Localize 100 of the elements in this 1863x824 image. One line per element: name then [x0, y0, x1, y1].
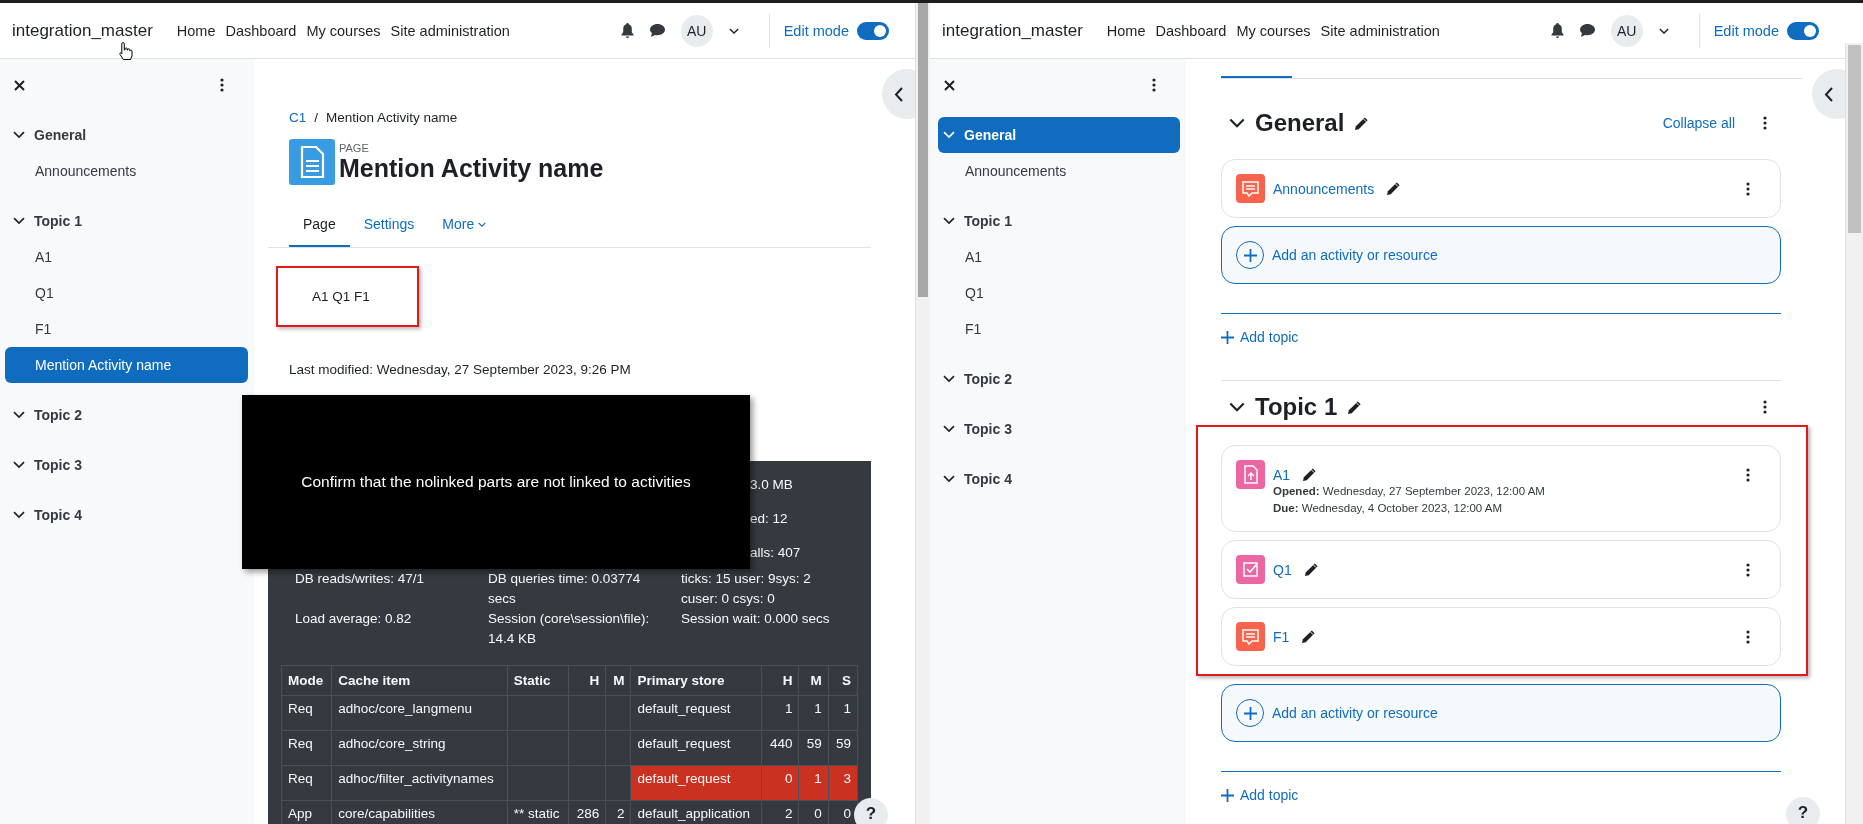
chevron-down-icon[interactable]	[13, 461, 25, 469]
sidebar-section[interactable]: General	[0, 117, 254, 153]
nav-link[interactable]: Site administration	[1320, 18, 1440, 43]
chevron-left-icon	[1824, 86, 1833, 102]
plus-icon[interactable]	[1243, 248, 1257, 262]
help-button[interactable]: ?	[1786, 797, 1820, 824]
activity-link[interactable]: Q1	[1273, 561, 1292, 578]
sidebar-item[interactable]: F1	[930, 311, 1186, 347]
edit-mode-toggle[interactable]	[857, 21, 889, 40]
table-cell: 1	[799, 695, 829, 731]
sidebar-section[interactable]: General	[938, 117, 1180, 153]
tab[interactable]: More	[428, 203, 501, 247]
nav-link[interactable]: Home	[1106, 18, 1146, 43]
sidebar-item[interactable]: Q1	[0, 275, 254, 311]
chevron-down-icon[interactable]	[13, 511, 25, 519]
chat-icon[interactable]	[649, 24, 665, 37]
table-cell: Req	[281, 765, 332, 801]
plus-icon[interactable]	[1221, 330, 1234, 344]
tab[interactable]: Page	[289, 203, 350, 247]
chevron-down-icon[interactable]	[1229, 402, 1245, 412]
chevron-down-icon[interactable]	[13, 411, 25, 419]
nav-link[interactable]: Dashboard	[1155, 18, 1227, 43]
more-icon[interactable]	[220, 78, 224, 92]
more-icon[interactable]	[1152, 78, 1156, 92]
more-icon[interactable]	[1763, 400, 1767, 414]
chevron-down-icon[interactable]	[13, 131, 25, 139]
add-activity-button[interactable]: Add an activity or resource	[1221, 226, 1781, 284]
sidebar-section[interactable]: Topic 3	[930, 411, 1186, 447]
sidebar-item[interactable]: Announcements	[0, 153, 254, 189]
pencil-icon[interactable]	[1302, 467, 1318, 482]
bell-icon[interactable]	[620, 23, 634, 38]
column-header: M	[605, 665, 631, 696]
activity-date: Due: Wednesday, 4 October 2023, 12:00 AM	[1273, 501, 1504, 516]
chat-icon[interactable]	[1579, 24, 1595, 37]
table-cell: 59	[828, 730, 858, 766]
scrollbar[interactable]	[915, 3, 930, 824]
sidebar-item[interactable]: A1	[930, 239, 1186, 275]
close-icon[interactable]	[14, 79, 25, 91]
edit-mode-toggle[interactable]	[1787, 21, 1819, 40]
activity-link[interactable]: A1	[1273, 466, 1291, 483]
nav-link[interactable]: Dashboard	[225, 18, 297, 43]
sidebar-section[interactable]: Topic 1	[930, 203, 1186, 239]
add-topic-link[interactable]: Add topic	[1221, 771, 1781, 805]
collapse-all-link[interactable]: Collapse all	[1662, 115, 1735, 131]
pencil-icon[interactable]	[1354, 115, 1370, 131]
more-icon[interactable]	[1746, 563, 1750, 577]
caret-icon[interactable]	[1658, 27, 1669, 34]
caret-icon[interactable]	[728, 27, 739, 34]
sidebar-item[interactable]: Announcements	[930, 153, 1186, 189]
table-cell: adhoc/core_langmenu	[331, 695, 508, 731]
nav-link[interactable]: My courses	[1236, 18, 1311, 43]
chevron-down-icon[interactable]	[1229, 118, 1245, 128]
table-cell: 440	[761, 730, 799, 766]
nav-link[interactable]: Home	[176, 18, 216, 43]
scrollbar[interactable]	[1845, 43, 1863, 824]
add-topic-link[interactable]: Add topic	[1221, 313, 1781, 347]
sidebar-item[interactable]: Mention Activity name	[5, 347, 248, 383]
add-activity-button[interactable]: Add an activity or resource	[1221, 684, 1781, 742]
site-name[interactable]: integration_master	[942, 20, 1083, 41]
sidebar-item[interactable]: A1	[0, 239, 254, 275]
activity-link[interactable]: F1	[1273, 628, 1290, 645]
more-icon[interactable]	[1746, 182, 1750, 196]
sidebar-section[interactable]: Topic 1	[0, 203, 254, 239]
pencil-icon[interactable]	[1301, 629, 1317, 644]
tab[interactable]: Settings	[349, 203, 429, 247]
help-button[interactable]: ?	[854, 798, 888, 824]
close-icon[interactable]	[944, 79, 955, 91]
breadcrumb-current: Mention Activity name	[326, 109, 458, 125]
column-header: Cache item	[331, 665, 508, 696]
chevron-down-icon[interactable]	[13, 217, 25, 225]
chevron-down-icon[interactable]	[943, 425, 955, 433]
pencil-icon[interactable]	[1386, 181, 1402, 196]
speech-bubble-icon	[1236, 174, 1265, 203]
edit-mode-label: Edit mode	[783, 22, 849, 39]
site-name[interactable]: integration_master	[12, 20, 153, 41]
user-avatar[interactable]: AU	[1610, 14, 1643, 47]
sidebar-section[interactable]: Topic 2	[930, 361, 1186, 397]
plus-icon[interactable]	[1243, 706, 1257, 720]
pencil-icon[interactable]	[1303, 562, 1319, 577]
chevron-down-icon[interactable]	[943, 217, 955, 225]
chevron-down-icon[interactable]	[943, 375, 955, 383]
plus-icon[interactable]	[1221, 788, 1234, 802]
activity-link[interactable]: Announcements	[1273, 180, 1375, 197]
sidebar-item[interactable]: F1	[0, 311, 254, 347]
chevron-down-icon[interactable]	[943, 475, 955, 483]
column-header: Static	[507, 665, 569, 696]
nav-link[interactable]: My courses	[306, 18, 381, 43]
breadcrumb-link[interactable]: C1	[289, 109, 307, 125]
column-header: H	[761, 665, 799, 696]
more-icon[interactable]	[1746, 630, 1750, 644]
sidebar-section[interactable]: Topic 4	[930, 461, 1186, 497]
bell-icon[interactable]	[1550, 23, 1564, 38]
more-icon[interactable]	[1746, 468, 1750, 482]
performance-stat: ticks: 15 user: 9sys: 2 cuser: 0 csys: 0	[681, 570, 812, 608]
sidebar-item[interactable]: Q1	[930, 275, 1186, 311]
user-avatar[interactable]: AU	[680, 14, 713, 47]
pencil-icon[interactable]	[1347, 399, 1363, 415]
column-header: Mode	[281, 665, 332, 696]
nav-link[interactable]: Site administration	[390, 18, 510, 43]
more-icon[interactable]	[1763, 116, 1767, 130]
